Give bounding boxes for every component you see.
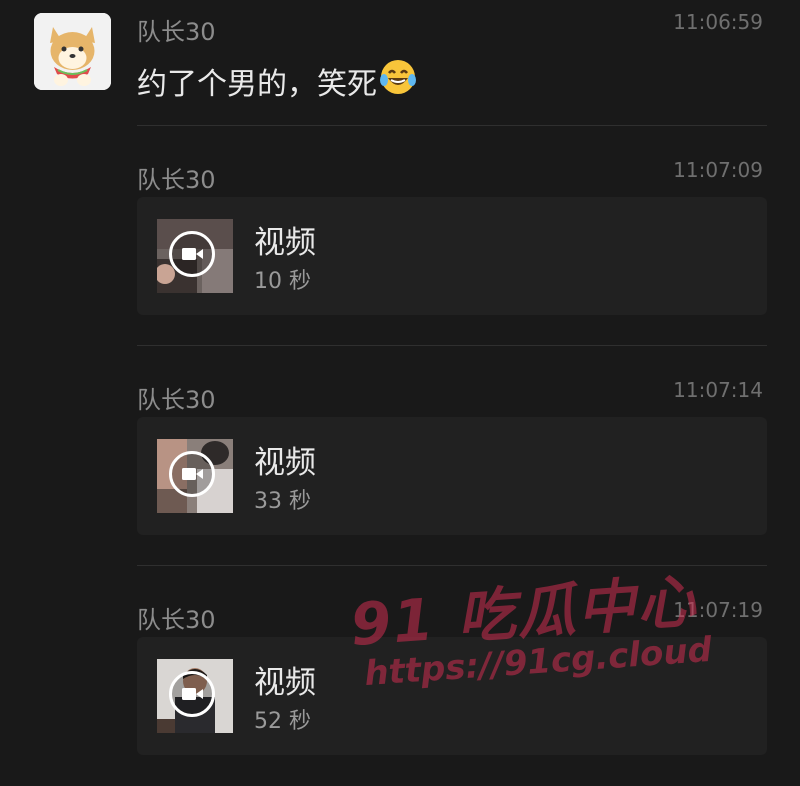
message-4: 队长30 11:07:19 视频 52 秒 bbox=[137, 598, 767, 760]
timestamp: 11:07:19 bbox=[673, 598, 763, 622]
laughing-emoji-icon bbox=[379, 58, 417, 104]
video-duration: 52 秒 bbox=[254, 709, 311, 734]
message-divider bbox=[137, 565, 767, 566]
message-3: 队长30 11:07:14 视频 33 秒 bbox=[137, 378, 767, 540]
message-2: 队长30 11:07:09 视频 10 秒 bbox=[137, 158, 767, 320]
shiba-dog-avatar-icon bbox=[34, 13, 111, 90]
video-thumbnail[interactable] bbox=[157, 219, 233, 293]
avatar[interactable] bbox=[34, 13, 111, 90]
timestamp: 11:06:59 bbox=[673, 10, 763, 34]
video-camera-icon bbox=[169, 451, 215, 497]
video-card-title: 视频 bbox=[254, 225, 316, 261]
timestamp: 11:07:14 bbox=[673, 378, 763, 402]
video-duration: 10 秒 bbox=[254, 269, 311, 294]
message-divider bbox=[137, 345, 767, 346]
timestamp: 11:07:09 bbox=[673, 158, 763, 182]
video-duration: 33 秒 bbox=[254, 489, 311, 514]
sender-name: 队长30 bbox=[137, 18, 216, 46]
message-1[interactable]: 队长30 11:06:59 约了个男的，笑死 bbox=[137, 10, 767, 112]
video-thumbnail[interactable] bbox=[157, 659, 233, 733]
message-text-content: 约了个男的，笑死 bbox=[137, 67, 377, 102]
video-camera-icon bbox=[169, 671, 215, 717]
sender-name: 队长30 bbox=[137, 606, 216, 634]
video-card-title: 视频 bbox=[254, 665, 316, 701]
message-text[interactable]: 约了个男的，笑死 bbox=[137, 58, 417, 104]
message-divider bbox=[137, 125, 767, 126]
video-card[interactable]: 视频 10 秒 bbox=[137, 197, 767, 315]
video-card[interactable]: 视频 52 秒 bbox=[137, 637, 767, 755]
video-card[interactable]: 视频 33 秒 bbox=[137, 417, 767, 535]
sender-name: 队长30 bbox=[137, 166, 216, 194]
sender-name: 队长30 bbox=[137, 386, 216, 414]
video-card-title: 视频 bbox=[254, 445, 316, 481]
video-camera-icon bbox=[169, 231, 215, 277]
video-thumbnail[interactable] bbox=[157, 439, 233, 513]
